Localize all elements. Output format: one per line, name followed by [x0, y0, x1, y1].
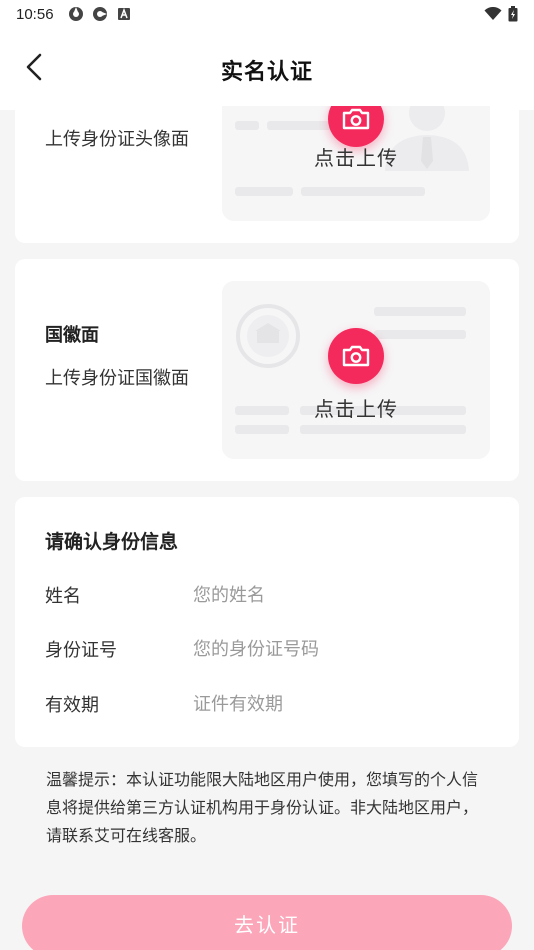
emblem-upload-area[interactable]: 点击上传: [222, 281, 490, 459]
privacy-notice: 温馨提示：本认证功能限大陆地区用户使用，您填写的个人信息将提供给第三方认证机构用…: [46, 770, 479, 845]
placeholder-line: [300, 425, 466, 434]
app-notification-icon: [92, 7, 107, 21]
portrait-description: 上传身份证头像面: [45, 129, 189, 150]
placeholder-line: [301, 187, 425, 196]
app-notification-icon: [68, 7, 83, 21]
wifi-icon: [484, 7, 502, 20]
portrait-upload-label: 点击上传: [314, 146, 398, 170]
camera-icon: [342, 345, 370, 367]
name-input[interactable]: [193, 584, 473, 606]
emblem-description: 上传身份证国徽面: [45, 368, 189, 389]
validity-row: 有效期: [45, 689, 495, 719]
emblem-placeholder-icon: [236, 304, 300, 368]
name-label: 姓名: [45, 586, 81, 607]
placeholder-line: [235, 121, 259, 130]
nav-header: 实名认证: [0, 28, 534, 110]
emblem-title: 国徽面: [45, 325, 99, 346]
emblem-upload-label: 点击上传: [314, 397, 398, 421]
id-emblem-card: 国徽面 上传身份证国徽面 点击上传: [15, 259, 519, 481]
id-number-label: 身份证号: [45, 640, 117, 661]
emblem-camera-button[interactable]: [328, 328, 384, 384]
id-portrait-card: 上传身份证头像面 点击上传: [15, 106, 519, 243]
placeholder-line: [267, 121, 337, 130]
portrait-camera-button[interactable]: [328, 106, 384, 147]
validity-input[interactable]: [193, 693, 473, 715]
status-time: 10:56: [16, 5, 54, 23]
id-number-row: 身份证号: [45, 634, 495, 664]
form-title: 请确认身份信息: [45, 531, 179, 553]
validity-label: 有效期: [45, 695, 99, 716]
placeholder-line: [235, 187, 293, 196]
camera-icon: [342, 108, 370, 130]
id-number-input[interactable]: [193, 638, 473, 660]
portrait-upload-area[interactable]: 点击上传: [222, 106, 490, 221]
page-title: 实名认证: [220, 60, 313, 85]
placeholder-line: [374, 330, 466, 339]
app-notification-icon: [117, 7, 130, 20]
name-row: 姓名: [45, 580, 495, 610]
placeholder-line: [374, 307, 466, 316]
placeholder-line: [235, 425, 289, 434]
status-right: [484, 6, 518, 22]
status-bar: 10:56: [0, 0, 534, 28]
identity-form-card: 请确认身份信息 姓名 身份证号 有效期: [15, 497, 519, 747]
battery-icon: [508, 6, 518, 22]
submit-verify-button[interactable]: 去认证: [22, 895, 512, 950]
